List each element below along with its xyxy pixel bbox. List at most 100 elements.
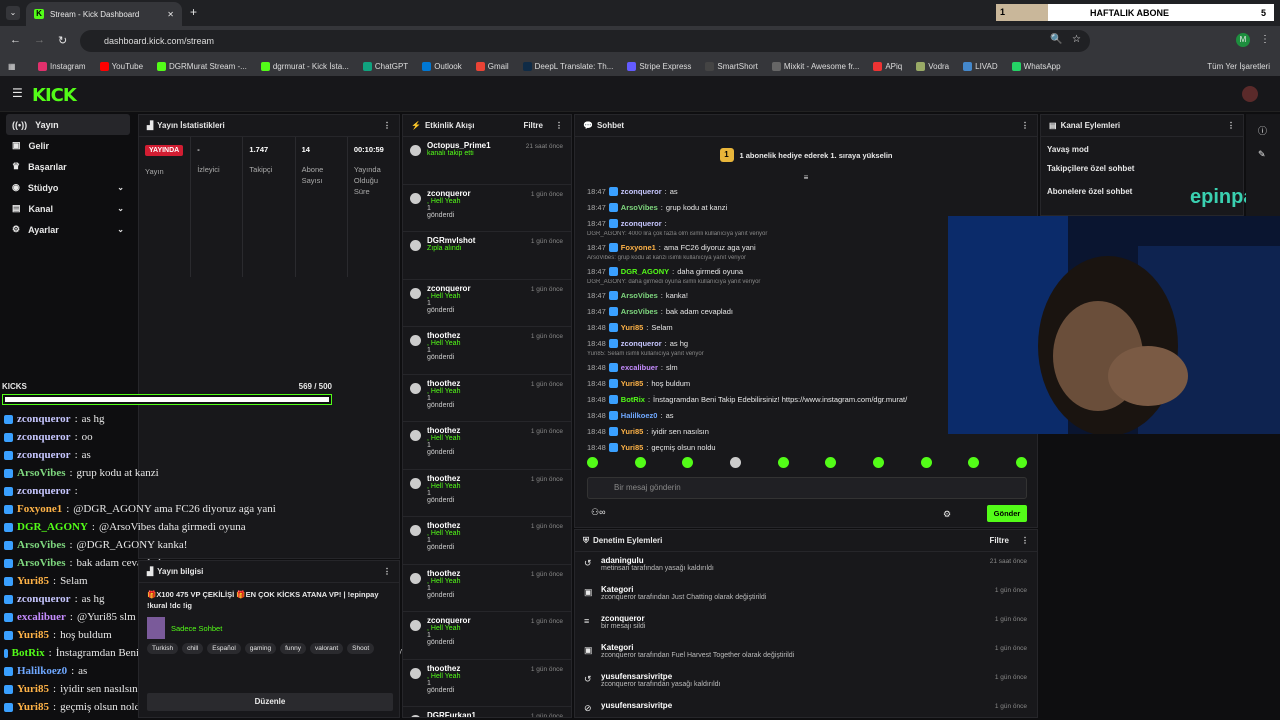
sidebar-item-gelir[interactable]: ▣ Gelir xyxy=(6,135,130,156)
more-icon[interactable]: ⋮ xyxy=(1021,536,1029,545)
bookmark-item[interactable]: Gmail xyxy=(475,61,509,71)
badge-icon xyxy=(4,648,8,658)
emote-icon[interactable] xyxy=(634,457,646,468)
bookmark-item[interactable]: DeepL Translate: Th... xyxy=(522,61,613,71)
tag-chip[interactable]: valorant xyxy=(310,643,344,654)
more-icon[interactable]: ⋮ xyxy=(1227,121,1235,130)
emote-icon[interactable] xyxy=(1015,457,1027,468)
tag-chip[interactable]: Turkish xyxy=(147,643,179,654)
apps-grid-icon[interactable]: ▦ xyxy=(8,62,16,71)
tag-chip[interactable]: chill xyxy=(182,643,204,654)
bookmark-item[interactable]: DGRMurat Stream -... xyxy=(157,61,247,71)
reload-icon[interactable]: ↻ xyxy=(58,34,67,47)
emote-icon[interactable] xyxy=(872,457,884,468)
bookmark-item[interactable]: ChatGPT xyxy=(362,61,408,71)
chat-username[interactable]: excalibuer xyxy=(621,363,658,372)
bookmark-star-icon[interactable]: ☆ xyxy=(1072,34,1081,45)
all-bookmarks-folder[interactable]: Tüm Yer İşaretleri xyxy=(1207,62,1270,71)
url-input[interactable]: dashboard.kick.com/stream xyxy=(80,30,1090,52)
mod-target[interactable]: yusufensarsivritpe xyxy=(601,701,1027,710)
more-icon[interactable]: ⋮ xyxy=(383,121,391,130)
back-icon[interactable]: ← xyxy=(10,34,21,46)
tag-chip[interactable]: funny xyxy=(280,643,307,654)
chat-username[interactable]: Foxyone1 xyxy=(621,243,656,252)
more-icon[interactable]: ⋮ xyxy=(383,567,391,576)
chat-username[interactable]: zconqueror xyxy=(621,339,662,348)
chat-username[interactable]: DGR_AGONY xyxy=(621,267,669,276)
user-avatar[interactable] xyxy=(1242,86,1258,102)
tab-kick-dashboard[interactable]: K Stream - Kick Dashboard ✕ xyxy=(26,2,182,26)
chat-input[interactable]: Bir mesaj gönderin xyxy=(587,477,1027,499)
slow-mode-item[interactable]: Yavaş mod xyxy=(1041,137,1243,160)
edit-icon[interactable]: ✎ xyxy=(1258,149,1280,160)
bookmark-item[interactable]: SmartShort xyxy=(705,61,758,71)
send-button[interactable]: Gönder xyxy=(987,505,1027,522)
filter-button[interactable]: Filtre xyxy=(523,121,543,130)
filter-button[interactable]: Filtre xyxy=(989,536,1009,545)
edit-button[interactable]: Düzenle xyxy=(147,693,393,711)
chat-username[interactable]: Yuri85 xyxy=(621,379,644,388)
bookmark-item[interactable]: Stripe Express xyxy=(627,61,691,71)
new-tab-icon[interactable]: + xyxy=(190,5,197,19)
emote-icon[interactable] xyxy=(682,457,694,468)
close-tab-icon[interactable]: ✕ xyxy=(167,10,174,19)
message-time: 18:47 xyxy=(587,306,606,316)
more-icon[interactable]: ⋮ xyxy=(555,121,563,130)
tab-search-icon[interactable]: ⌄ xyxy=(6,6,20,20)
sidebar-item-yayin[interactable]: ((•)) Yayın xyxy=(6,114,130,135)
chat-username[interactable]: Yuri85 xyxy=(621,443,644,452)
profile-avatar[interactable]: M xyxy=(1236,33,1250,47)
forward-icon[interactable]: → xyxy=(34,34,45,46)
chat-username[interactable]: ArsoVibes xyxy=(621,203,658,212)
bookmark-item[interactable]: Outlook xyxy=(422,61,462,71)
bookmark-item[interactable]: Vodra xyxy=(916,61,949,71)
emote-icon[interactable] xyxy=(968,457,980,468)
settings-icon[interactable]: ⚙ xyxy=(943,509,951,520)
tag-chip[interactable]: Shoot xyxy=(347,643,375,654)
chat-tools-icon[interactable]: ⚇∞ xyxy=(591,507,605,518)
emote-icon[interactable] xyxy=(729,457,741,468)
emote-icon[interactable] xyxy=(777,457,789,468)
emote-icon[interactable] xyxy=(920,457,932,468)
kick-logo[interactable]: KICK xyxy=(32,85,77,106)
badge-icon xyxy=(4,684,13,694)
mod-target[interactable]: Kategori xyxy=(601,643,1027,652)
chat-username[interactable]: ArsoVibes xyxy=(621,291,658,300)
sidebar-item-studyo[interactable]: ◉ Stüdyo ⌄ xyxy=(6,177,130,198)
sidebar-item-ayarlar[interactable]: ⚙ Ayarlar ⌄ xyxy=(6,219,130,240)
tag-chip[interactable]: Español xyxy=(207,643,241,654)
mod-target[interactable]: zconqueror xyxy=(601,614,1027,623)
sidebar-item-kanal[interactable]: ▤ Kanal ⌄ xyxy=(6,198,130,219)
address-bar-row: ← → ↻ dashboard.kick.com/stream 🔍 ☆ M ⋮ xyxy=(0,26,1280,56)
bookmark-item[interactable]: dgrmurat - Kick İsta... xyxy=(260,61,349,71)
more-icon[interactable]: ⋮ xyxy=(1021,121,1029,130)
hamburger-icon[interactable]: ☰ xyxy=(12,86,23,100)
chat-username[interactable]: Yuri85 xyxy=(621,427,644,436)
bookmark-item[interactable]: LIVAD xyxy=(963,61,998,71)
bookmark-item[interactable]: APiq xyxy=(873,61,902,71)
event-icon xyxy=(410,335,421,346)
emote-icon[interactable] xyxy=(825,457,837,468)
followers-only-item[interactable]: Takipçilere özel sohbet xyxy=(1041,160,1243,183)
zoom-icon[interactable]: 🔍 xyxy=(1050,34,1062,45)
chat-username[interactable]: BotRix xyxy=(621,395,645,404)
tag-chip[interactable]: gaming xyxy=(244,643,277,654)
bookmark-item[interactable]: Instagram xyxy=(38,61,86,71)
chat-username[interactable]: zconqueror xyxy=(621,219,662,228)
mod-target[interactable]: yusufensarsivritpe xyxy=(601,672,1027,681)
bookmark-item[interactable]: Mixkit - Awesome fr... xyxy=(771,61,859,71)
bookmark-item[interactable]: WhatsApp xyxy=(1011,61,1061,71)
mod-target[interactable]: adaningulu xyxy=(601,556,1027,565)
chat-username[interactable]: Yuri85 xyxy=(621,323,644,332)
menu-dots-icon[interactable]: ⋮ xyxy=(1260,34,1270,45)
bookmark-item[interactable]: YouTube xyxy=(99,61,143,71)
chat-username[interactable]: ArsoVibes xyxy=(621,307,658,316)
chat-username[interactable]: Halilkoez0 xyxy=(621,411,658,420)
chat-username[interactable]: zconqueror xyxy=(621,187,662,196)
info-icon[interactable]: ⓘ xyxy=(1258,124,1280,137)
sidebar-item-basarilar[interactable]: ♛ Başarılar xyxy=(6,156,130,177)
emote-icon[interactable] xyxy=(587,457,598,468)
mod-target[interactable]: Kategori xyxy=(601,585,1027,594)
pin-icon[interactable]: ≡ xyxy=(575,173,1037,183)
bookmark-label: LIVAD xyxy=(975,61,998,71)
